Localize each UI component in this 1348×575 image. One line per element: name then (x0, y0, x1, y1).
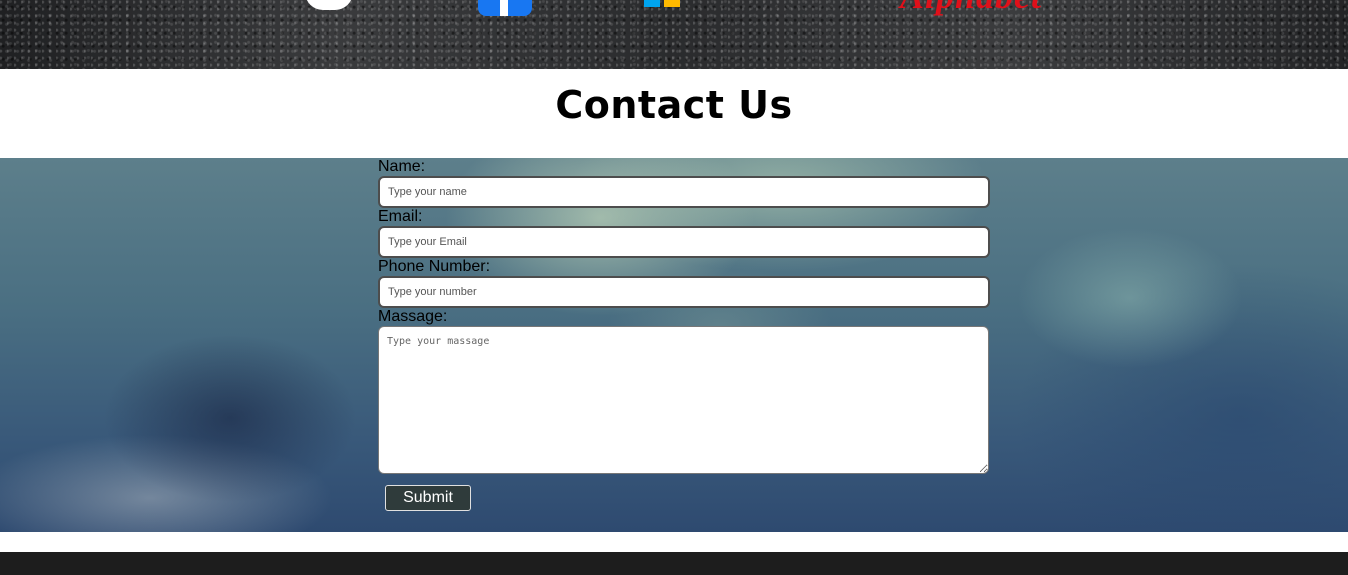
header-banner: Alphabet (0, 0, 1348, 69)
contact-section: Name: Email: Phone Number: Massage: Subm… (0, 158, 1348, 532)
message-textarea[interactable] (378, 326, 989, 474)
facebook-logo-icon[interactable] (478, 0, 532, 16)
name-label: Name: (378, 158, 426, 175)
email-label: Email: (378, 208, 423, 225)
email-input[interactable] (378, 226, 990, 258)
contact-form: Name: Email: Phone Number: Massage: (378, 158, 990, 474)
name-input[interactable] (378, 176, 990, 208)
phone-label: Phone Number: (378, 258, 491, 275)
submit-button[interactable]: Submit (385, 485, 471, 511)
microsoft-logo-icon[interactable] (644, 0, 680, 7)
message-label: Massage: (378, 308, 448, 325)
apple-logo-icon[interactable] (305, 0, 353, 10)
alphabet-logo-icon[interactable]: Alphabet (900, 0, 1042, 14)
footer-bar (0, 552, 1348, 575)
page-title: Contact Us (555, 83, 793, 127)
phone-input[interactable] (378, 276, 990, 308)
